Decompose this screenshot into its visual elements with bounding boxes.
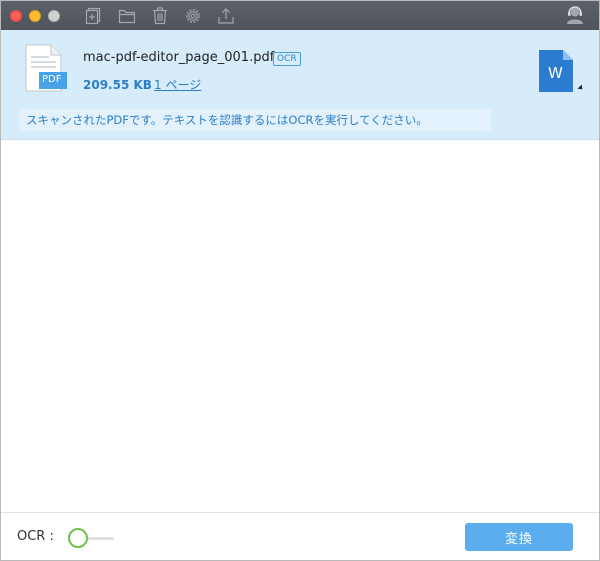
format-dropdown-icon[interactable] xyxy=(577,84,585,92)
pdf-icon-label: PDF xyxy=(42,74,62,85)
window-controls xyxy=(10,9,60,22)
trash-icon[interactable] xyxy=(150,6,170,26)
add-file-icon[interactable] xyxy=(84,6,104,26)
app-window: PDF mac-pdf-editor_page_001.pdf OCR 209.… xyxy=(0,0,600,561)
close-icon[interactable] xyxy=(10,9,22,22)
account-icon[interactable] xyxy=(565,5,585,25)
ocr-badge: OCR xyxy=(273,52,301,66)
footer-bar: OCR : 変換 xyxy=(1,512,599,560)
ocr-toggle[interactable] xyxy=(68,528,116,548)
convert-button[interactable]: 変換 xyxy=(465,523,573,551)
word-format-icon[interactable]: W xyxy=(538,49,574,93)
maximize-icon[interactable] xyxy=(48,9,60,22)
page-range-link[interactable]: 1 ページ xyxy=(154,76,201,93)
title-bar xyxy=(1,1,599,30)
upload-icon[interactable] xyxy=(216,6,236,26)
scan-notice: スキャンされたPDFです。テキストを認識するにはOCRを実行してください。 xyxy=(19,109,491,131)
ocr-toggle-knob[interactable] xyxy=(68,528,88,548)
pdf-file-icon: PDF xyxy=(23,44,69,94)
file-size: 209.55 KB xyxy=(83,78,152,92)
folder-icon[interactable] xyxy=(117,6,137,26)
file-name: mac-pdf-editor_page_001.pdf xyxy=(83,50,275,65)
file-list-item[interactable]: PDF mac-pdf-editor_page_001.pdf OCR 209.… xyxy=(1,30,599,140)
ocr-label: OCR : xyxy=(17,529,54,544)
gear-icon[interactable] xyxy=(183,6,203,26)
word-format-label: W xyxy=(548,64,563,82)
minimize-icon[interactable] xyxy=(29,9,41,22)
toolbar xyxy=(84,6,236,26)
